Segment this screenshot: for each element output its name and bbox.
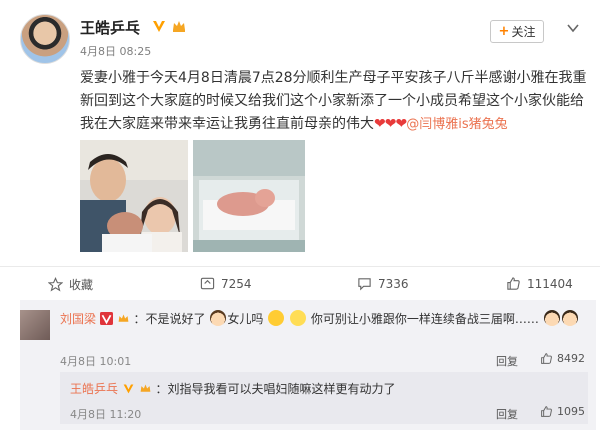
comment-like-count: 8492 xyxy=(557,352,585,365)
reply-box: 王皓乒乓 ：刘指导我看可以夫唱妇随嘛这样更有动力了 4月8日 11:20 回复 … xyxy=(60,372,588,424)
like-count: 111404 xyxy=(527,276,573,291)
user-avatar[interactable] xyxy=(20,14,70,64)
comment-like-button[interactable]: 8492 xyxy=(540,352,585,365)
reply-button[interactable]: 回复 xyxy=(496,353,518,369)
comment-button[interactable]: 7336 xyxy=(357,276,409,291)
mention-link[interactable]: @闫博雅is猪兔兔 xyxy=(406,117,507,132)
favorite-label: 收藏 xyxy=(69,278,94,292)
post-photo-baby[interactable] xyxy=(193,140,305,252)
repost-button[interactable]: 7254 xyxy=(200,276,252,291)
girl-emoji-icon xyxy=(210,310,227,326)
vip-crown-icon xyxy=(118,314,129,322)
thumbs-up-icon xyxy=(507,277,520,290)
comment-text-part1: ：不是说好了 xyxy=(133,312,206,326)
boy-emoji-icon xyxy=(561,310,578,326)
star-icon xyxy=(48,277,63,292)
post-photo-family[interactable] xyxy=(80,140,188,252)
comment-count: 7336 xyxy=(378,276,409,291)
reply-text: ：刘指导我看可以夫唱妇随嘛这样更有动力了 xyxy=(155,382,396,396)
action-bar: 收藏 7254 7336 111404 xyxy=(0,266,600,301)
repost-count: 7254 xyxy=(221,276,252,291)
follow-button[interactable]: + 关注 xyxy=(490,20,544,43)
sweat-emoji-icon xyxy=(290,310,307,326)
replier-name[interactable]: 王皓乒乓 xyxy=(70,382,118,396)
boy-emoji-icon xyxy=(543,310,560,326)
reply-row: 王皓乒乓 ：刘指导我看可以夫唱妇随嘛这样更有动力了 xyxy=(70,380,396,397)
comment-section: 刘国梁 ：不是说好了 女儿吗 你可别让小雅跟你一样连续备战三届啊…… 4月8日 … xyxy=(20,300,596,430)
heart-emoji-icon: ❤❤❤ xyxy=(374,116,407,132)
reply-like-count: 1095 xyxy=(557,405,585,418)
comment-text-part3: 你可别让小雅跟你一样连续备战三届啊…… xyxy=(310,312,539,326)
comment-text-part2: 女儿吗 xyxy=(227,312,264,326)
plus-icon: + xyxy=(498,24,510,39)
repost-icon xyxy=(200,277,215,290)
unamused-emoji-icon xyxy=(268,310,285,326)
comment-icon xyxy=(358,278,371,291)
reply-time: 4月8日 11:20 xyxy=(70,408,142,421)
reply-like-button[interactable]: 1095 xyxy=(540,405,585,418)
vip-crown-icon xyxy=(140,384,151,392)
commenter-avatar[interactable] xyxy=(20,310,50,340)
reply-button[interactable]: 回复 xyxy=(496,406,518,422)
chevron-down-icon[interactable] xyxy=(566,21,580,35)
commenter-name[interactable]: 刘国梁 xyxy=(60,312,96,326)
post-username[interactable]: 王皓乒乓 xyxy=(80,17,140,38)
vip-crown-icon xyxy=(173,21,185,32)
verified-badge-icon xyxy=(123,384,134,394)
thumbs-up-icon xyxy=(541,353,552,364)
favorite-button[interactable]: 收藏 xyxy=(48,276,93,293)
verified-badge-icon xyxy=(153,21,165,32)
thumbs-up-icon xyxy=(541,406,552,417)
comment-row: 刘国梁 ：不是说好了 女儿吗 你可别让小雅跟你一样连续备战三届啊…… xyxy=(60,310,579,327)
follow-label: 关注 xyxy=(511,25,536,39)
post-text: 爱妻小雅于今天4月8日清晨7点28分顺利生产母子平安孩子八斤半感谢小雅在我重新回… xyxy=(80,67,588,136)
verified-badge-icon xyxy=(99,312,113,325)
like-button[interactable]: 111404 xyxy=(506,276,573,291)
post-body: 爱妻小雅于今天4月8日清晨7点28分顺利生产母子平安孩子八斤半感谢小雅在我重新回… xyxy=(80,70,587,132)
post-time: 4月8日 08:25 xyxy=(80,45,152,58)
comment-time: 4月8日 10:01 xyxy=(60,355,132,368)
